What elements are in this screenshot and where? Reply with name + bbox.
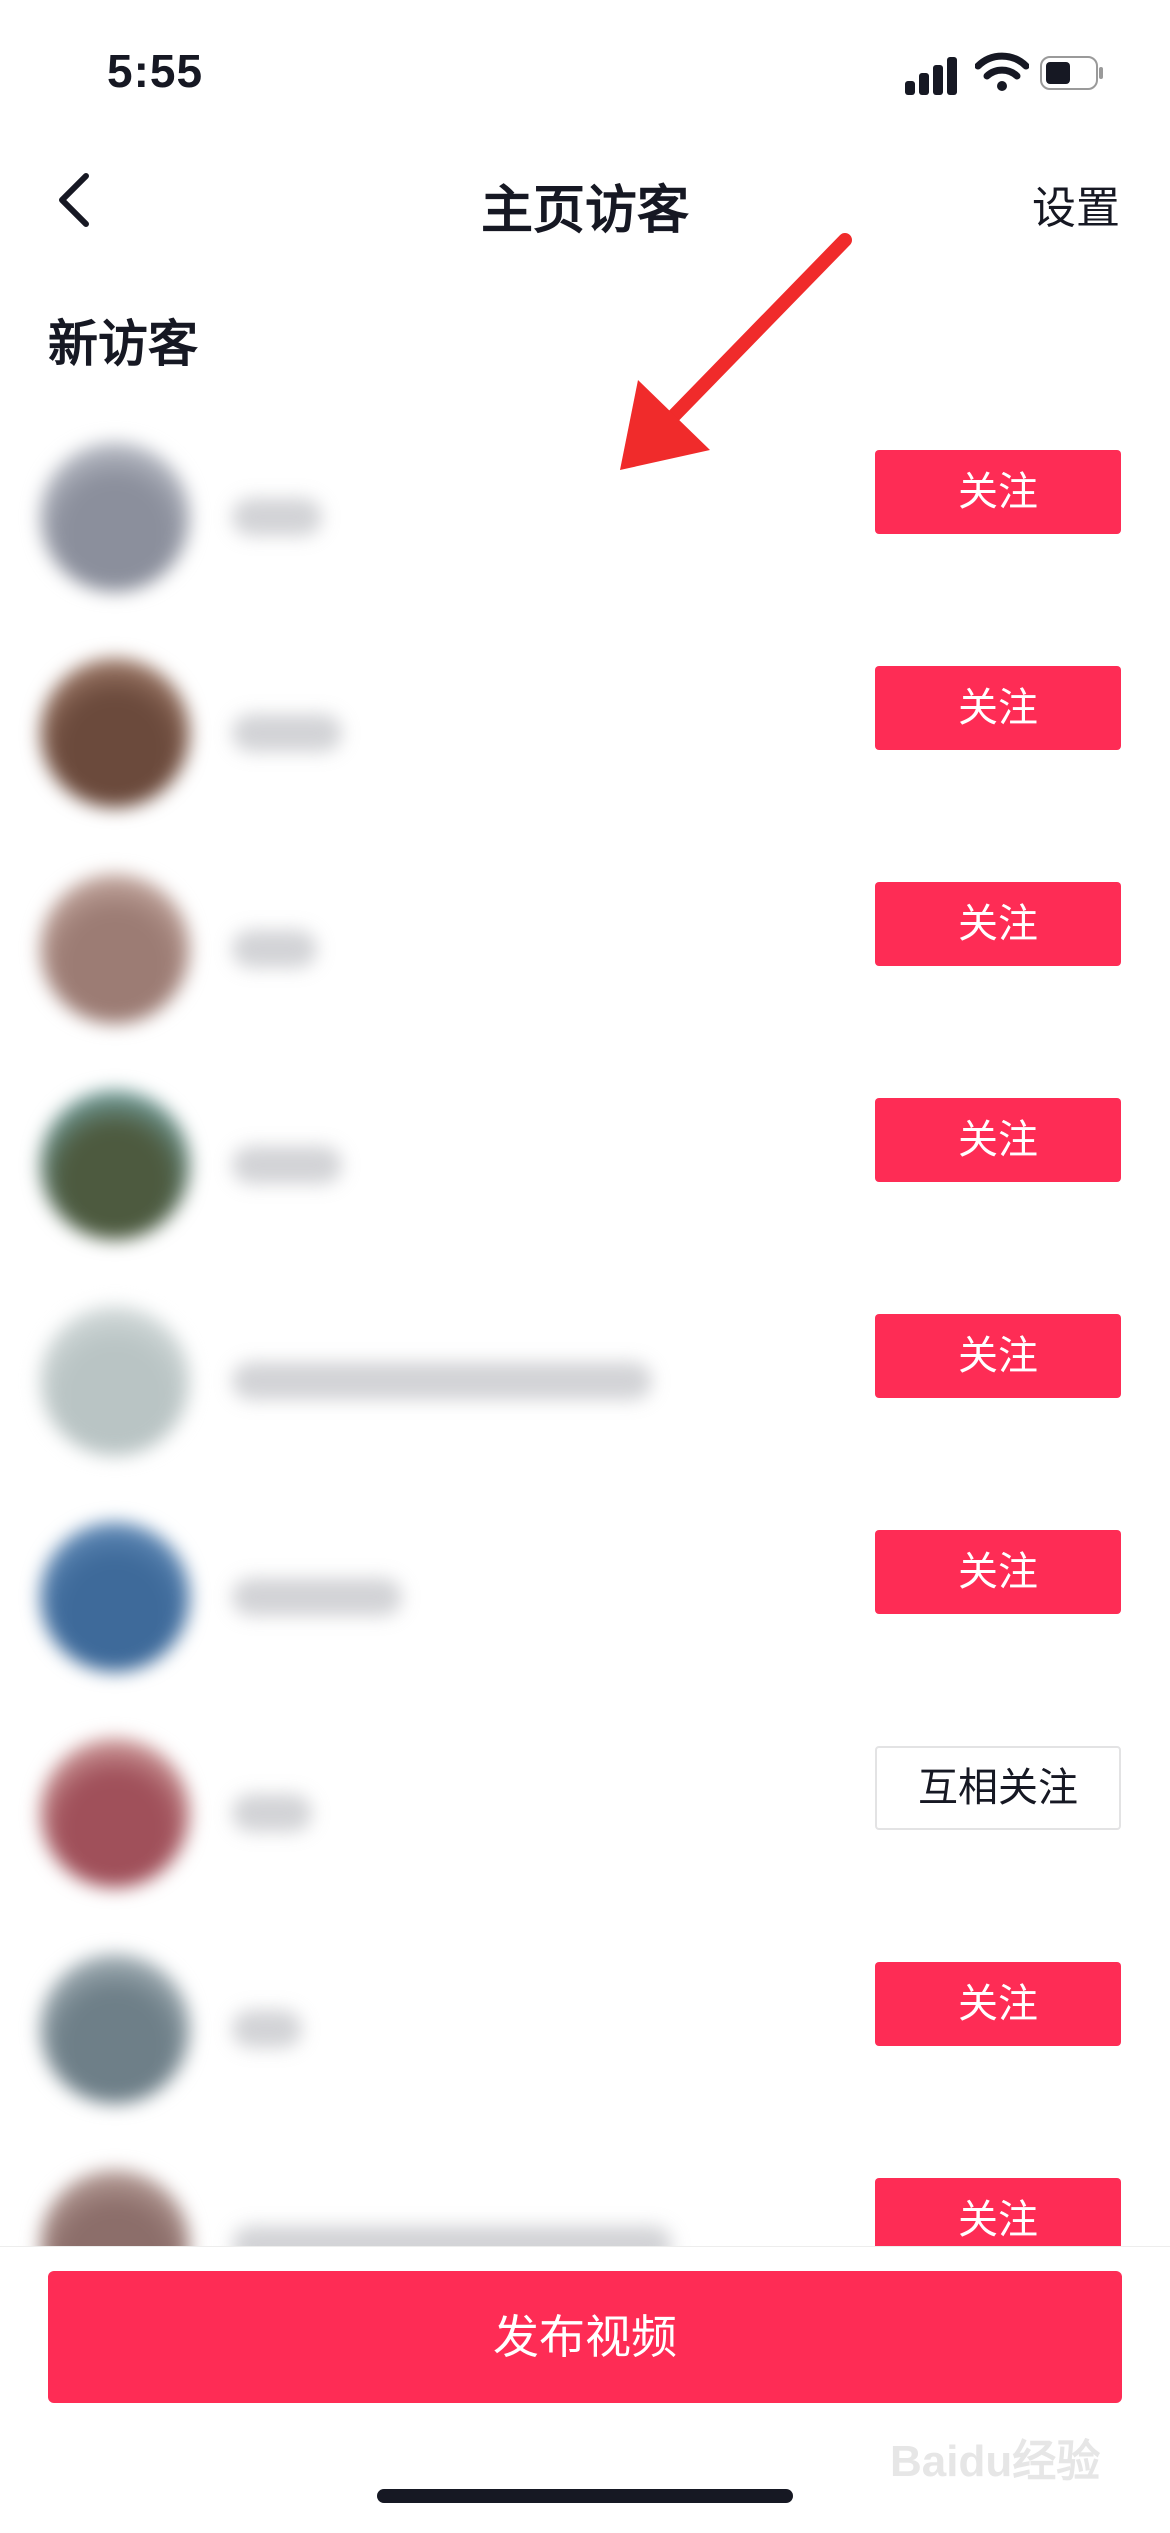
page-title: 主页访客: [480, 181, 689, 241]
mutual-follow-button[interactable]: 互相关注: [875, 1746, 1121, 1830]
avatar[interactable]: [40, 1738, 190, 1888]
visitor-name-blurred: [232, 714, 342, 752]
visitor-name-blurred: [232, 930, 317, 968]
visitor-name-blurred: [232, 1362, 652, 1400]
status-bar: 5:55: [0, 0, 1170, 140]
visitor-row[interactable]: 关注: [0, 1058, 1170, 1274]
wifi-icon: [975, 52, 1029, 91]
follow-button[interactable]: 关注: [875, 1098, 1121, 1182]
navigation-bar: 主页访客 设置: [0, 140, 1170, 260]
visitor-name-blurred: [232, 2010, 302, 2048]
visitor-row[interactable]: 关注: [0, 842, 1170, 1058]
avatar[interactable]: [40, 1522, 190, 1672]
follow-button[interactable]: 关注: [875, 666, 1121, 750]
avatar[interactable]: [40, 874, 190, 1024]
visitor-name-blurred: [232, 1578, 402, 1616]
visitor-name-blurred: [232, 498, 322, 536]
publish-video-button[interactable]: 发布视频: [48, 2271, 1122, 2403]
visitor-row[interactable]: 关注: [0, 626, 1170, 842]
home-indicator: [377, 2489, 793, 2503]
avatar[interactable]: [40, 1954, 190, 2104]
follow-button[interactable]: 关注: [875, 450, 1121, 534]
visitor-name-blurred: [232, 1146, 342, 1184]
visitor-name-blurred: [232, 1794, 312, 1832]
follow-button[interactable]: 关注: [875, 1962, 1121, 2046]
section-title-new-visitors: 新访客: [48, 315, 198, 373]
cellular-signal-icon: [905, 55, 959, 95]
visitor-row[interactable]: 关注: [0, 410, 1170, 626]
follow-button[interactable]: 关注: [875, 882, 1121, 966]
settings-link[interactable]: 设置: [1032, 172, 1120, 236]
avatar[interactable]: [40, 442, 190, 592]
follow-button[interactable]: 关注: [875, 1314, 1121, 1398]
visitor-row[interactable]: 互相关注: [0, 1706, 1170, 1922]
battery-icon: [1040, 56, 1103, 90]
status-time: 5:55: [107, 45, 204, 97]
visitor-row[interactable]: 关注: [0, 1922, 1170, 2138]
visitor-row[interactable]: 关注: [0, 1490, 1170, 1706]
bottom-bar: 发布视频 Baidu经验: [0, 2246, 1170, 2533]
watermark: Baidu经验: [890, 2437, 1101, 2486]
visitor-row[interactable]: 关注: [0, 1274, 1170, 1490]
follow-button[interactable]: 关注: [875, 1530, 1121, 1614]
avatar[interactable]: [40, 1090, 190, 1240]
avatar[interactable]: [40, 1306, 190, 1456]
avatar[interactable]: [40, 658, 190, 808]
